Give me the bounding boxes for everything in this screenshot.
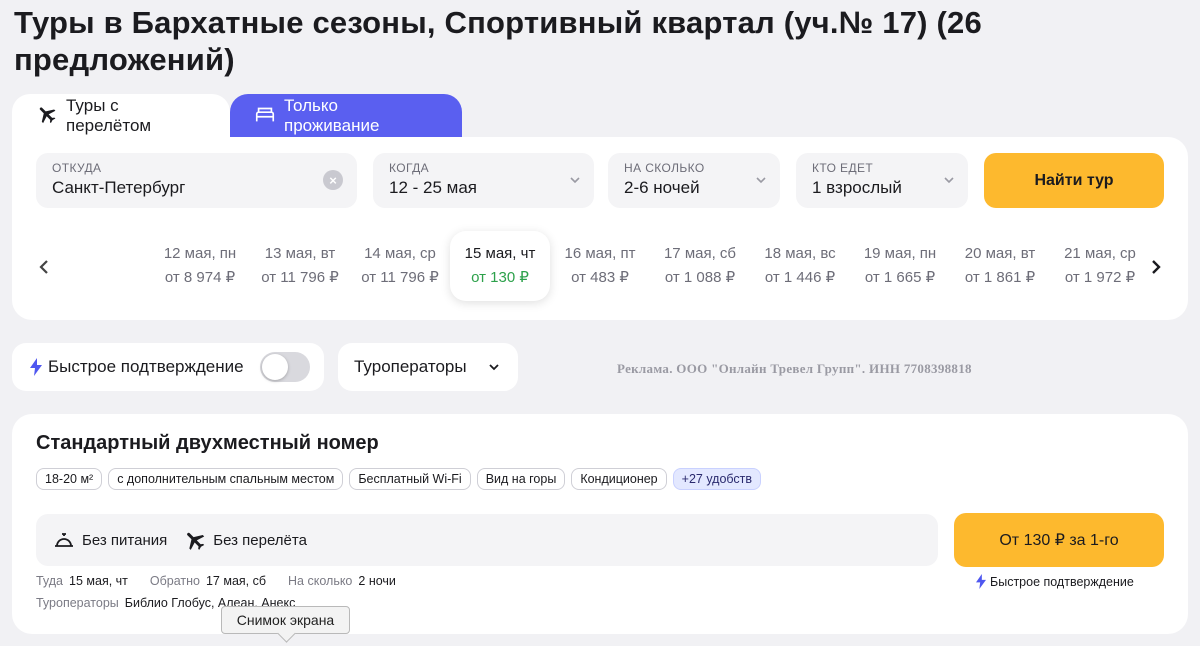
date-label: 12 мая, пн [163,245,237,262]
plane-icon [36,103,58,130]
there-label: Туда [36,574,64,588]
travelers-label: КТО ЕДЕТ [812,161,874,175]
amenity-tag: с дополнительным спальным местом [108,468,344,490]
duration-value: 2-6 ночей [624,178,700,197]
chevron-down-icon [756,177,766,184]
date-price: от 11 796 ₽ [361,269,439,286]
search-card: ОТКУДА Санкт-Петербург × КОГДА 12 - 25 м… [12,137,1188,320]
screenshot-tooltip: Снимок экрана [221,606,350,634]
date-label: 16 мая, пт [564,245,636,262]
page-title: Туры в Бархатные сезоны, Спортивный квар… [14,5,982,77]
date-option[interactable]: 13 мая, вт от 11 796 ₽ [250,231,350,301]
date-label: 18 мая, вс [764,245,836,262]
cloche-icon [55,533,73,547]
date-label: 14 мая, ср [364,245,436,262]
clear-icon[interactable]: × [323,170,343,190]
trip-info: Туда 15 мая, чт Обратно 17 мая, сб На ск… [36,574,396,588]
date-option[interactable]: 21 мая, ср от 1 972 ₽ [1050,231,1150,301]
tab-label: Туры с перелётом [66,96,152,135]
from-label: ОТКУДА [52,161,102,175]
fast-confirm-toggle[interactable] [260,352,310,382]
chevron-down-icon [944,177,954,184]
operators-filter[interactable]: Туроператоры [338,343,518,391]
offer-card: Стандартный двухместный номер 18-20 м² с… [12,414,1188,634]
meal-label: Без питания [82,531,168,549]
bed-icon [254,103,276,130]
when-label: КОГДА [389,161,430,175]
back-value: 17 мая, сб [205,574,267,588]
date-option[interactable]: 19 мая, пн от 1 665 ₽ [850,231,950,301]
back-label: Обратно [149,574,200,588]
when-value: 12 - 25 мая [389,178,477,197]
date-option[interactable]: 16 мая, пт от 483 ₽ [550,231,650,301]
date-label: 17 мая, сб [663,245,737,262]
amenity-tag: 18-20 м² [36,468,103,490]
offer-details: Без питания Без перелёта [36,514,938,566]
date-price: от 11 796 ₽ [261,269,339,286]
date-option[interactable]: 12 мая, пн от 8 974 ₽ [150,231,250,301]
fast-confirm-label: Быстрое подтверждение [48,357,244,376]
nights-label: На сколько [288,574,353,588]
toggle-knob [262,354,288,380]
operators-filter-label: Туроператоры [354,357,467,376]
more-amenities-button[interactable]: +27 удобств [672,468,762,490]
amenity-tag: Вид на горы [476,468,566,490]
fast-confirm-filter[interactable]: Быстрое подтверждение [12,343,324,391]
travelers-value: 1 взрослый [812,178,902,197]
from-value: Санкт-Петербург [52,178,186,197]
search-mode-tabs: Туры с перелётом Только проживание [12,94,462,138]
there-value: 15 мая, чт [69,574,128,588]
date-option[interactable]: 20 мая, вт от 1 861 ₽ [950,231,1050,301]
date-price: от 1 665 ₽ [864,269,936,286]
find-tour-button[interactable]: Найти тур [984,153,1164,208]
lightning-icon [976,574,986,589]
date-label: 21 мая, ср [1064,245,1136,262]
fast-confirm-note-text: Быстрое подтверждение [990,574,1134,589]
duration-label: НА СКОЛЬКО [624,161,705,175]
date-price: от 1 972 ₽ [1064,269,1136,286]
chevron-right-icon[interactable] [1148,257,1164,277]
date-option[interactable]: 15 мая, чт от 130 ₽ [450,231,550,301]
amenity-tag: Бесплатный Wi-Fi [349,468,471,490]
duration-field[interactable]: НА СКОЛЬКО 2-6 ночей [608,153,780,208]
amenity-tag: Кондиционер [571,468,667,490]
chevron-left-icon[interactable] [36,257,52,277]
date-label: 15 мая, чт [464,245,536,262]
tab-accommodation-only[interactable]: Только проживание [230,94,462,138]
date-option[interactable]: 14 мая, ср от 11 796 ₽ [350,231,450,301]
date-option[interactable]: 18 мая, вс от 1 446 ₽ [750,231,850,301]
tab-label: Только проживание [284,96,380,135]
date-price: от 483 ₽ [571,269,629,286]
date-label: 19 мая, пн [863,245,937,262]
nights-value: 2 ночи [358,574,396,588]
date-price: от 8 974 ₽ [164,269,236,286]
chevron-down-icon [570,177,580,184]
travelers-field[interactable]: КТО ЕДЕТ 1 взрослый [796,153,968,208]
date-label: 20 мая, вт [964,245,1036,262]
date-label: 13 мая, вт [264,245,336,262]
no-flight-icon [187,532,205,550]
tab-tours-with-flight[interactable]: Туры с перелётом [12,94,230,138]
room-title: Стандартный двухместный номер [36,432,379,454]
from-field[interactable]: ОТКУДА Санкт-Петербург × [36,153,357,208]
lightning-icon [30,358,42,376]
price-button[interactable]: От 130 ₽ за 1-го [954,513,1164,567]
flight-label: Без перелёта [213,531,307,549]
date-price: от 1 446 ₽ [764,269,836,286]
date-price: от 1 861 ₽ [964,269,1036,286]
amenities-list: 18-20 м² с дополнительным спальным место… [36,468,762,490]
operators-info-label: Туроператоры [36,596,119,610]
fast-confirm-note: Быстрое подтверждение [976,574,1134,589]
date-price: от 1 088 ₽ [664,269,736,286]
date-option[interactable]: 17 мая, сб от 1 088 ₽ [650,231,750,301]
when-field[interactable]: КОГДА 12 - 25 мая [373,153,594,208]
date-price: от 130 ₽ [471,269,529,286]
ad-disclaimer: Реклама. ООО "Онлайн Тревел Групп". ИНН … [617,361,972,376]
chevron-down-icon [489,364,499,371]
